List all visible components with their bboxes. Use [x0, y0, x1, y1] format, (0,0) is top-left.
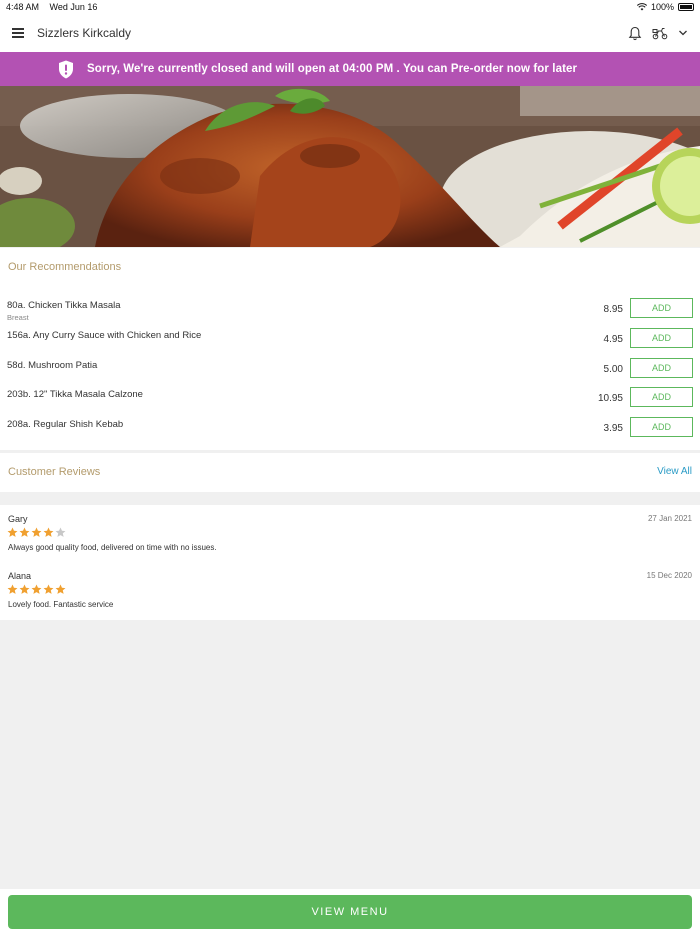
delivery-scooter-icon[interactable]: [652, 27, 668, 40]
item-name: 156a. Any Curry Sauce with Chicken and R…: [7, 330, 202, 341]
item-subtitle: Breast: [7, 313, 29, 322]
store-name: Sizzlers Kirkcaldy: [37, 26, 132, 40]
item-name: 80a. Chicken Tikka Masala: [7, 300, 121, 311]
star-filled-icon: [43, 527, 54, 537]
battery-icon: [678, 3, 694, 11]
review-item: Gary 27 Jan 2021 Always good quality foo…: [0, 514, 700, 566]
item-price: 5.00: [603, 364, 623, 375]
list-item: 80a. Chicken Tikka Masala Breast 8.95 AD…: [0, 298, 700, 328]
add-button[interactable]: ADD: [630, 358, 693, 378]
status-time: 4:48 AM: [6, 2, 40, 12]
add-button[interactable]: ADD: [630, 387, 693, 407]
chevron-down-icon[interactable]: [678, 29, 688, 37]
view-menu-button[interactable]: VIEW MENU: [8, 895, 692, 929]
add-button[interactable]: ADD: [630, 328, 693, 348]
star-filled-icon: [7, 527, 18, 537]
item-name: 208a. Regular Shish Kebab: [7, 419, 124, 430]
review-text: Lovely food. Fantastic service: [8, 600, 114, 609]
star-filled-icon: [55, 584, 66, 594]
bottom-bar: VIEW MENU: [0, 889, 700, 934]
star-filled-icon: [31, 527, 42, 537]
chicken-tikka-photo: [0, 86, 700, 247]
star-empty-icon: [55, 527, 66, 537]
add-button[interactable]: ADD: [630, 417, 693, 437]
reviews-title: Customer Reviews: [8, 466, 101, 478]
star-filled-icon: [43, 584, 54, 594]
review-item: Alana 15 Dec 2020 Lovely food. Fantastic…: [0, 571, 700, 623]
star-filled-icon: [19, 527, 30, 537]
item-price: 3.95: [603, 423, 623, 434]
wifi-icon: [636, 3, 647, 11]
item-price: 10.95: [597, 393, 623, 404]
status-bar: 4:48 AM Wed Jun 16 100%: [0, 0, 700, 14]
review-date: 27 Jan 2021: [647, 514, 692, 523]
closed-banner: Sorry, We're currently closed and will o…: [0, 52, 700, 86]
bell-icon[interactable]: [628, 26, 642, 41]
item-name: 58d. Mushroom Patia: [7, 360, 98, 371]
reviews-header: Customer Reviews View All: [0, 453, 700, 492]
menu-icon[interactable]: [12, 28, 24, 38]
add-button[interactable]: ADD: [630, 298, 693, 318]
reviewer-name: Gary: [8, 514, 28, 524]
recommendations-title: Our Recommendations: [8, 261, 122, 273]
star-filled-icon: [19, 584, 30, 594]
closed-message: Sorry, We're currently closed and will o…: [87, 63, 578, 75]
reviewer-name: Alana: [8, 571, 32, 581]
item-price: 4.95: [603, 334, 623, 345]
battery-percent: 100%: [650, 2, 674, 12]
item-name: 203b. 12" Tikka Masala Calzone: [7, 389, 143, 400]
item-price: 8.95: [603, 304, 623, 315]
review-text: Always good quality food, delivered on t…: [8, 543, 217, 552]
list-item: 156a. Any Curry Sauce with Chicken and R…: [0, 328, 700, 358]
star-rating: [7, 584, 66, 595]
star-rating: [7, 527, 66, 538]
list-item: 208a. Regular Shish Kebab 3.95 ADD: [0, 417, 700, 447]
hero-food-image: [0, 86, 700, 247]
view-all-link[interactable]: View All: [657, 466, 692, 477]
star-filled-icon: [31, 584, 42, 594]
review-date: 15 Dec 2020: [646, 571, 692, 580]
list-item: 58d. Mushroom Patia 5.00 ADD: [0, 358, 700, 388]
star-filled-icon: [7, 584, 18, 594]
reviews-list: Gary 27 Jan 2021 Always good quality foo…: [0, 505, 700, 620]
top-bar: Sizzlers Kirkcaldy: [0, 14, 700, 52]
recommendations-section: Our Recommendations 80a. Chicken Tikka M…: [0, 248, 700, 450]
list-item: 203b. 12" Tikka Masala Calzone 10.95 ADD: [0, 387, 700, 417]
status-date: Wed Jun 16: [49, 2, 98, 12]
shield-alert-icon: [59, 60, 73, 78]
